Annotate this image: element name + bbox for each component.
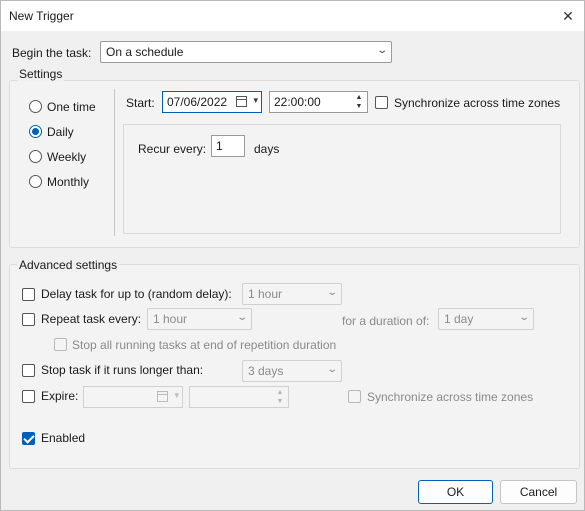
stop-longer-value: 3 days xyxy=(248,364,284,378)
cancel-button[interactable]: Cancel xyxy=(500,480,577,504)
repeat-task-checkbox[interactable] xyxy=(22,313,35,326)
stop-longer-label: Stop task if it runs longer than: xyxy=(41,363,204,377)
ok-button[interactable]: OK xyxy=(418,480,493,504)
duration-select[interactable]: 1 day ⌄ xyxy=(438,308,534,330)
expire-label: Expire: xyxy=(41,389,79,403)
delay-task-checkbox[interactable] xyxy=(22,288,35,301)
sync-timezones-label: Synchronize across time zones xyxy=(394,96,561,110)
chevron-down-icon[interactable]: ▾ xyxy=(253,95,258,106)
duration-label: for a duration of: xyxy=(342,314,430,328)
radio-daily-label: Daily xyxy=(47,125,74,139)
repeat-select[interactable]: 1 hour ⌄ xyxy=(147,308,252,330)
repeat-value: 1 hour xyxy=(153,312,188,326)
expire-sync-checkbox[interactable] xyxy=(348,390,361,403)
time-spinner[interactable]: ▲ ▼ xyxy=(352,93,366,111)
stop-running-checkbox[interactable] xyxy=(54,338,67,351)
duration-value: 1 day xyxy=(444,312,474,326)
recur-unit-label: days xyxy=(254,142,280,156)
spin-down-icon[interactable]: ▼ xyxy=(273,397,287,406)
chevron-down-icon: ⌄ xyxy=(517,312,530,323)
radio-monthly-label: Monthly xyxy=(47,175,90,189)
recur-every-input[interactable]: 1 xyxy=(211,135,245,157)
chevron-down-icon: ⌄ xyxy=(235,312,248,323)
recur-every-value: 1 xyxy=(216,139,223,153)
settings-divider xyxy=(114,89,115,236)
begin-task-select[interactable]: On a schedule ⌄ xyxy=(100,41,392,63)
radio-one-time-label: One time xyxy=(47,100,96,114)
begin-task-value: On a schedule xyxy=(106,45,184,59)
stop-running-label: Stop all running tasks at end of repetit… xyxy=(72,338,337,352)
stop-longer-checkbox[interactable] xyxy=(22,364,35,377)
time-spinner[interactable]: ▲ ▼ xyxy=(273,388,287,406)
chevron-down-icon: ⌄ xyxy=(375,45,388,56)
chevron-down-icon: ⌄ xyxy=(325,364,338,375)
delay-task-label: Delay task for up to (random delay): xyxy=(41,287,232,301)
recurrence-panel xyxy=(123,124,561,234)
calendar-icon[interactable] xyxy=(236,96,247,107)
settings-title: Settings xyxy=(17,67,65,81)
radio-weekly[interactable] xyxy=(29,150,42,163)
start-time-field[interactable]: 22:00:00 ▲ ▼ xyxy=(269,91,368,113)
spin-up-icon[interactable]: ▲ xyxy=(273,388,287,397)
radio-weekly-label: Weekly xyxy=(47,150,87,164)
title-bar: New Trigger ✕ xyxy=(1,1,584,31)
delay-value: 1 hour xyxy=(248,287,283,301)
window-title: New Trigger xyxy=(9,9,74,23)
enabled-checkbox[interactable] xyxy=(22,432,35,445)
recur-every-label: Recur every: xyxy=(138,142,207,156)
start-time-value: 22:00:00 xyxy=(274,95,321,109)
expire-time-field[interactable]: ▲ ▼ xyxy=(189,386,289,408)
start-date-value: 07/06/2022 xyxy=(167,95,228,109)
sync-timezones-checkbox[interactable] xyxy=(375,96,388,109)
expire-date-picker[interactable]: ▾ xyxy=(83,386,183,408)
radio-monthly[interactable] xyxy=(29,175,42,188)
calendar-icon[interactable] xyxy=(157,391,168,402)
radio-daily[interactable] xyxy=(29,125,42,138)
spin-up-icon[interactable]: ▲ xyxy=(352,93,366,102)
start-label: Start: xyxy=(126,96,155,110)
advanced-settings-title: Advanced settings xyxy=(17,258,120,272)
expire-sync-label: Synchronize across time zones xyxy=(367,390,534,404)
repeat-task-label: Repeat task every: xyxy=(41,312,142,326)
chevron-down-icon: ⌄ xyxy=(325,287,338,298)
expire-checkbox[interactable] xyxy=(22,390,35,403)
spin-down-icon[interactable]: ▼ xyxy=(352,102,366,111)
stop-longer-select[interactable]: 3 days ⌄ xyxy=(242,360,342,382)
delay-select[interactable]: 1 hour ⌄ xyxy=(242,283,342,305)
begin-task-label: Begin the task: xyxy=(12,46,92,60)
chevron-down-icon[interactable]: ▾ xyxy=(174,390,179,401)
close-icon[interactable]: ✕ xyxy=(558,6,578,26)
start-date-picker[interactable]: 07/06/2022 ▾ xyxy=(162,91,262,113)
radio-one-time[interactable] xyxy=(29,100,42,113)
new-trigger-dialog: New Trigger ✕ Begin the task: On a sched… xyxy=(0,0,585,511)
enabled-label: Enabled xyxy=(41,431,86,445)
